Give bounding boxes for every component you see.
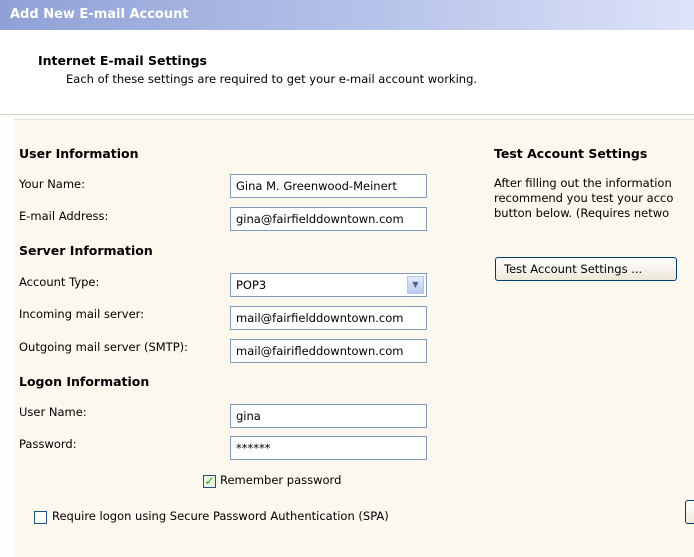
account-type-label: Account Type: bbox=[19, 275, 100, 289]
outgoing-server-label: Outgoing mail server (SMTP): bbox=[19, 340, 189, 354]
test-account-settings-button[interactable]: Test Account Settings ... bbox=[495, 257, 677, 281]
remember-password-checkbox[interactable]: ✓ bbox=[203, 474, 216, 488]
email-address-label: E-mail Address: bbox=[19, 209, 109, 223]
password-field[interactable]: ****** bbox=[230, 436, 427, 460]
window-title: Add New E-mail Account bbox=[10, 7, 189, 22]
outgoing-server-field[interactable]: mail@fairifleddowntown.com bbox=[230, 339, 427, 363]
user-name-label: User Name: bbox=[19, 405, 87, 419]
checkmark-icon: ✓ bbox=[204, 474, 215, 488]
chevron-down-icon: ▼ bbox=[412, 280, 419, 289]
spa-checkbox[interactable] bbox=[34, 511, 47, 524]
test-settings-desc-1: After filling out the information bbox=[494, 176, 672, 190]
account-type-select[interactable]: POP3 ▼ bbox=[230, 273, 427, 297]
spa-label: Require logon using Secure Password Auth… bbox=[52, 509, 389, 523]
test-settings-heading: Test Account Settings bbox=[494, 146, 648, 161]
user-info-heading: User Information bbox=[19, 146, 139, 161]
title-bar: Add New E-mail Account bbox=[0, 0, 694, 30]
server-info-heading: Server Information bbox=[19, 243, 153, 258]
logon-info-heading: Logon Information bbox=[19, 374, 150, 389]
user-name-field[interactable]: gina bbox=[230, 404, 427, 428]
incoming-server-label: Incoming mail server: bbox=[19, 307, 145, 321]
test-settings-desc-3: button below. (Requires netwo bbox=[494, 206, 670, 220]
next-button-partial[interactable] bbox=[685, 500, 694, 524]
settings-subtitle: Each of these settings are required to g… bbox=[66, 72, 478, 86]
settings-heading: Internet E-mail Settings bbox=[38, 53, 207, 68]
your-name-field[interactable]: Gina M. Greenwood-Meinert bbox=[230, 174, 427, 198]
email-address-field[interactable]: gina@fairfielddowntown.com bbox=[230, 207, 427, 231]
header-divider bbox=[0, 114, 694, 115]
test-settings-desc-2: recommend you test your acco bbox=[494, 191, 674, 205]
settings-panel: User Information Your Name: Gina M. Gree… bbox=[14, 119, 694, 557]
password-label: Password: bbox=[19, 437, 77, 451]
your-name-label: Your Name: bbox=[19, 177, 86, 191]
account-type-value: POP3 bbox=[236, 278, 267, 292]
incoming-server-field[interactable]: mail@fairfielddowntown.com bbox=[230, 306, 427, 330]
remember-password-label: Remember password bbox=[220, 473, 342, 487]
dropdown-button[interactable]: ▼ bbox=[407, 276, 424, 294]
